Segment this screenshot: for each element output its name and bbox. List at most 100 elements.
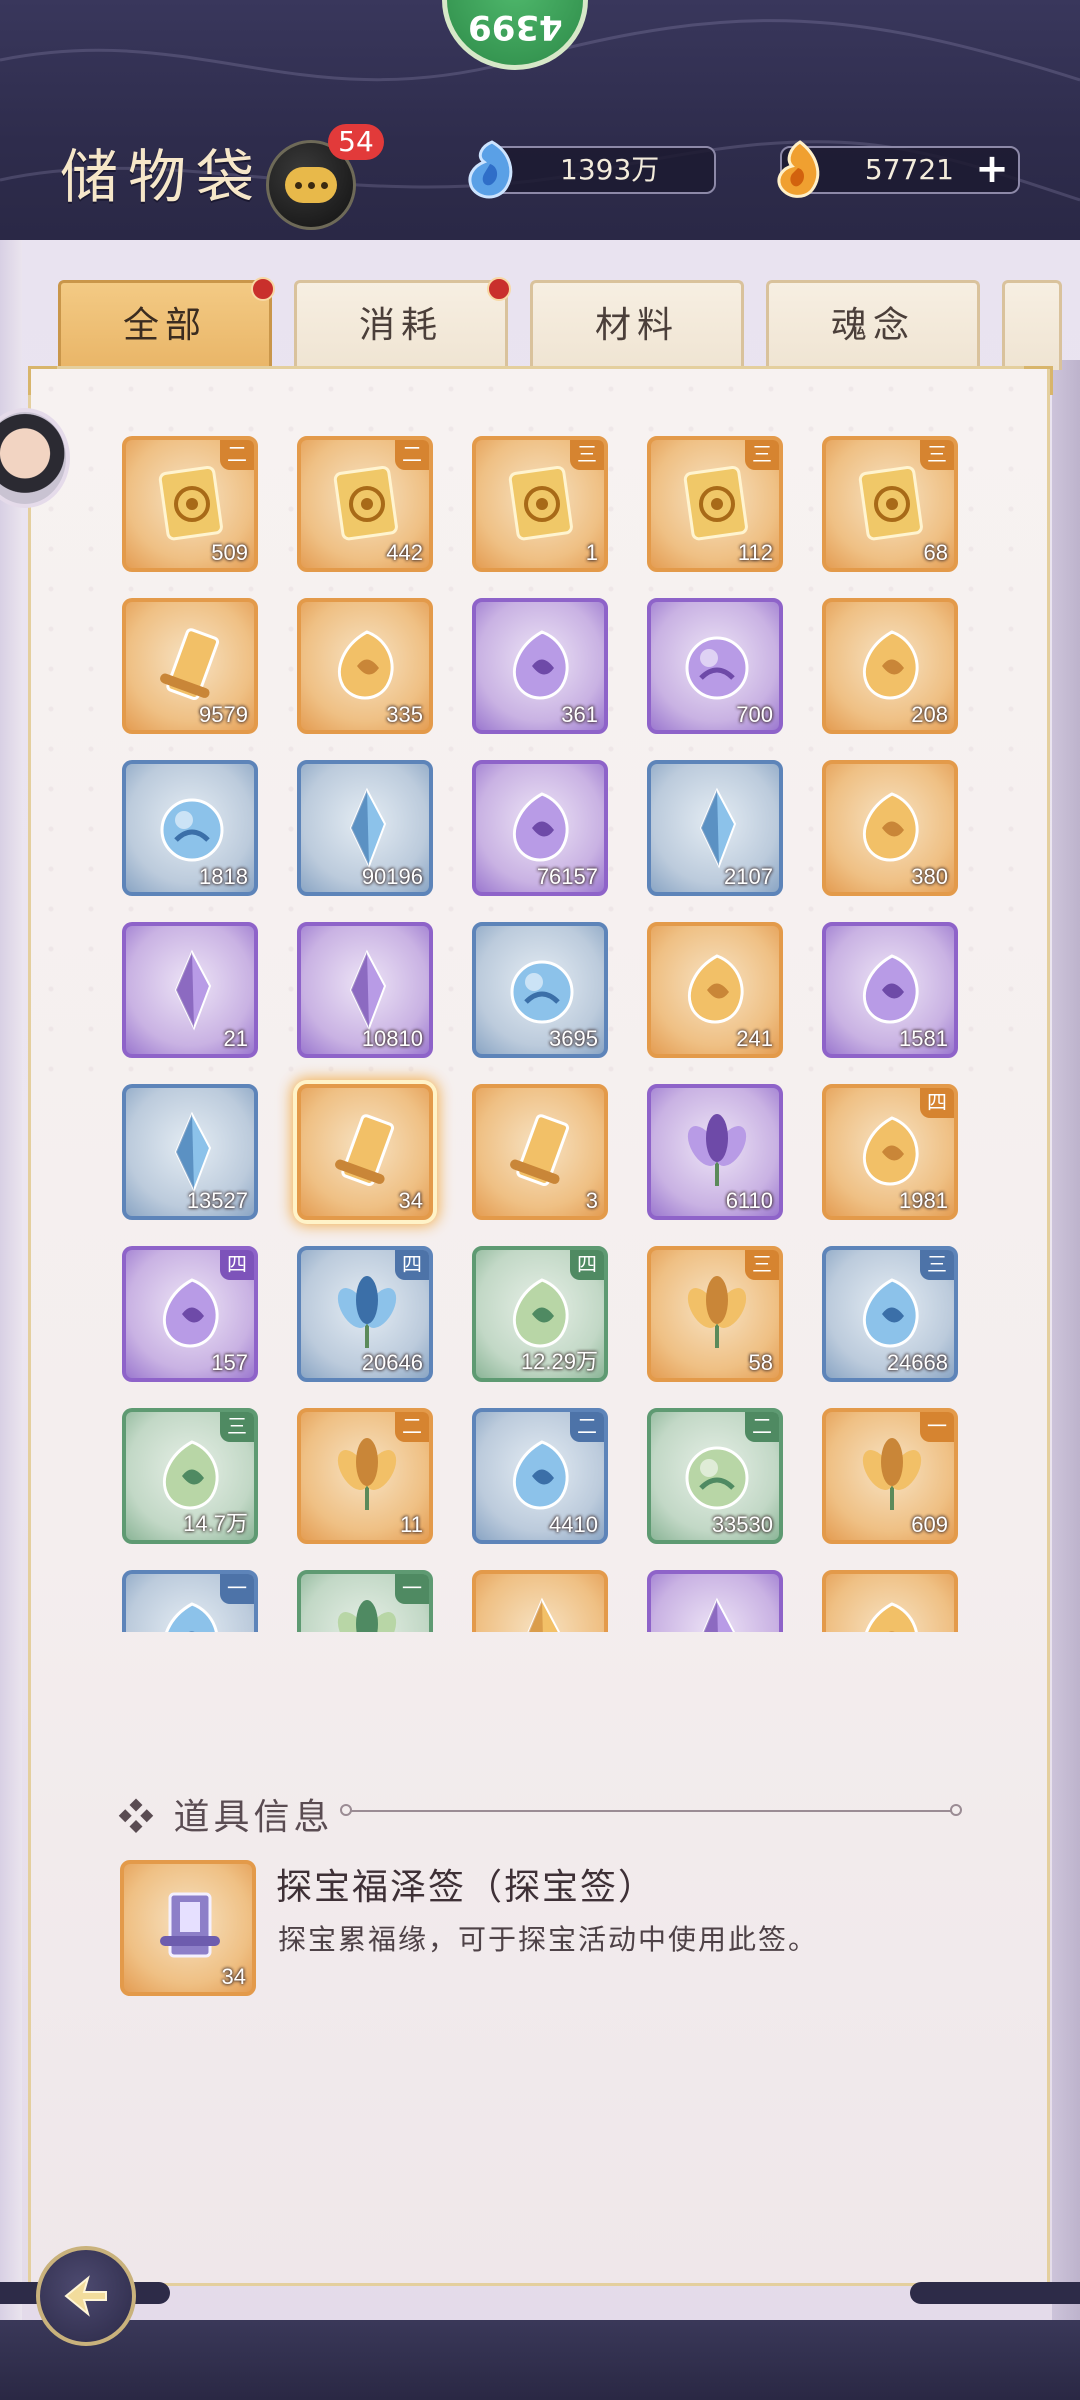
item-quantity: 1981 (899, 1188, 948, 1213)
item-quantity: 380 (911, 864, 948, 889)
serpent-ribbon-icon (862, 1116, 919, 1186)
inventory-item[interactable]: 34 (297, 1084, 433, 1220)
item-tier: 四 (570, 1250, 604, 1280)
item-quantity: 21 (223, 1026, 248, 1051)
tab-all[interactable]: 全部 (58, 277, 275, 370)
inventory-item[interactable]: 208 (822, 598, 958, 734)
item-tier: 三 (745, 1250, 779, 1280)
sugar-cubes-icon (512, 1440, 569, 1510)
inventory-item[interactable]: 三1 (472, 436, 608, 572)
item-quantity: 112 (737, 540, 773, 565)
item-quantity: 3695 (549, 1026, 598, 1051)
inventory-item[interactable]: 二 4410 (472, 1408, 608, 1544)
swirl-cloud-icon (862, 954, 919, 1024)
back-button[interactable] (36, 2246, 136, 2346)
inventory-item[interactable] (822, 1570, 958, 1632)
gold-scroll-coin-icon (683, 465, 748, 541)
inventory-item[interactable]: 241 (647, 922, 783, 1058)
item-description: 探宝累福缘，可于探宝活动中使用此签。 (278, 1923, 819, 1956)
selected-item-thumbnail: 34 (120, 1860, 256, 1996)
gold-scroll-coin-icon (158, 465, 223, 541)
inventory-item[interactable]: 一 609 (822, 1408, 958, 1544)
purple-mushroom-icon (862, 1278, 919, 1348)
notification-dot (487, 277, 511, 301)
panel-corner (28, 366, 57, 395)
tab-consumables[interactable]: 消耗 (294, 277, 511, 370)
inventory-item[interactable]: 二 509 (122, 436, 258, 572)
item-quantity: 33530 (711, 1512, 773, 1537)
item-quantity: 6110 (725, 1188, 773, 1213)
item-quantity: 11 (400, 1512, 423, 1537)
inventory-item[interactable] (472, 1570, 608, 1632)
item-quantity: 68 (923, 540, 948, 565)
inventory-item[interactable]: 1581 (822, 922, 958, 1058)
inventory-item[interactable]: 二 11 (297, 1408, 433, 1544)
top-emblem-text: 4399 (467, 7, 563, 47)
item-name: 探宝福泽签（探宝签） (276, 1867, 657, 1908)
inventory-item[interactable]: 四 20646 (297, 1246, 433, 1382)
inventory-item[interactable]: 380 (822, 760, 958, 896)
item-tier: 二 (570, 1412, 604, 1442)
inventory-item[interactable]: 四 12.29万 (472, 1246, 608, 1382)
inventory-item[interactable]: 三 14.7万 (122, 1408, 258, 1544)
tab-consumables-label: 消耗 (358, 305, 443, 346)
inventory-item[interactable]: 二 442 (297, 436, 433, 572)
diamond-icon: ❖ (118, 1797, 159, 1838)
golden-fruit-icon (337, 630, 394, 700)
inventory-item[interactable]: 13527 (122, 1084, 258, 1220)
inventory-item[interactable]: 三 24668 (822, 1246, 958, 1382)
inventory-item[interactable]: 三 58 (647, 1246, 783, 1382)
inventory-item[interactable]: 700 (647, 598, 783, 734)
gold-flame-icon (777, 140, 820, 198)
item-quantity: 1818 (199, 864, 248, 889)
inventory-item[interactable]: 6110 (647, 1084, 783, 1220)
inventory-item[interactable]: 361 (472, 598, 608, 734)
inventory-item[interactable]: 9579 (122, 598, 258, 734)
yin-yang-sun-icon (687, 954, 744, 1024)
inventory-item[interactable]: 一 (297, 1570, 433, 1632)
item-quantity: 24668 (886, 1350, 948, 1375)
inventory-item[interactable]: 一 (122, 1570, 258, 1632)
inventory-item[interactable]: 四 157 (122, 1246, 258, 1382)
panel-corner (1024, 366, 1053, 395)
item-tier: 四 (395, 1250, 429, 1280)
inventory-item[interactable]: 76157 (472, 760, 608, 896)
inventory-item[interactable]: 3 (472, 1084, 608, 1220)
inventory-item[interactable]: 335 (297, 598, 433, 734)
purple-crystal-icon (174, 949, 212, 1031)
inventory-item[interactable]: 四 1981 (822, 1084, 958, 1220)
item-tier: 三 (570, 440, 604, 470)
item-tier: 二 (745, 1412, 779, 1442)
add-currency-button[interactable]: + (972, 149, 1012, 190)
right-edge (1052, 360, 1080, 2320)
item-tier: 二 (395, 1412, 429, 1442)
page-title: 储物袋 (60, 143, 265, 211)
item-quantity: 20646 (361, 1350, 423, 1375)
violet-lotus-icon (337, 1438, 397, 1510)
inventory-item[interactable]: 10810 (297, 922, 433, 1058)
inventory-item[interactable]: 21 (122, 922, 258, 1058)
item-quantity: 2107 (724, 864, 773, 889)
tab-souls[interactable]: 魂念 (766, 280, 980, 370)
left-edge (0, 240, 22, 2320)
item-tier: 三 (920, 440, 954, 470)
inventory-item[interactable]: 3695 (472, 922, 608, 1058)
item-quantity: 208 (911, 702, 948, 727)
inventory-item[interactable]: 三 68 (822, 436, 958, 572)
gold-scroll-spiral-icon (333, 465, 398, 541)
amber-orb-icon (685, 636, 749, 700)
inventory-item[interactable]: 2107 (647, 760, 783, 896)
inventory-item[interactable]: 90196 (297, 760, 433, 896)
inventory-item[interactable] (647, 1570, 783, 1632)
inventory-item[interactable]: 二 33530 (647, 1408, 783, 1544)
item-tier: 一 (220, 1574, 254, 1604)
tab-more[interactable] (1002, 280, 1062, 370)
violet-sigil-icon (512, 792, 569, 862)
inventory-item[interactable]: 1818 (122, 760, 258, 896)
item-quantity: 335 (386, 702, 423, 727)
item-quantity: 34 (221, 1964, 246, 1989)
tab-materials[interactable]: 材料 (530, 280, 744, 370)
inventory-item[interactable]: 三 112 (647, 436, 783, 572)
currency-spirit-stone: 1393万 (488, 146, 716, 194)
item-quantity: 14.7万 (183, 1511, 248, 1536)
